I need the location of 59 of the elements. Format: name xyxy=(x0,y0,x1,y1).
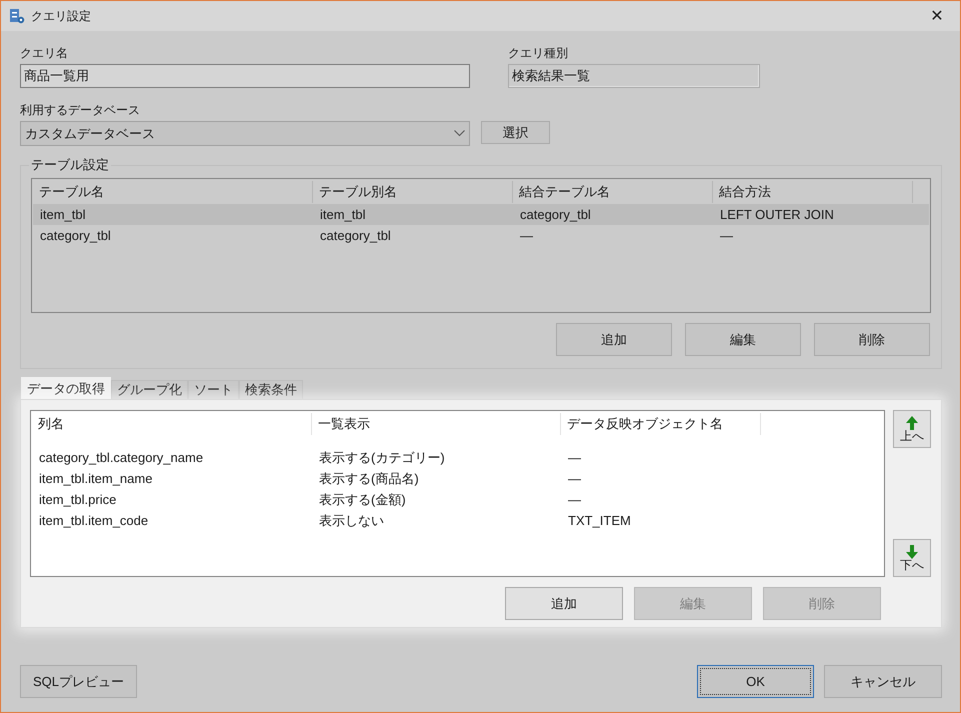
table-cell-text: category_tbl.category_name xyxy=(38,450,204,465)
table-cell-text: LEFT OUTER JOIN xyxy=(719,207,835,222)
table-cell-text: category_tbl xyxy=(519,207,592,222)
list-row[interactable]: item_tbl.item_name 表示する(商品名) — xyxy=(32,468,883,489)
field-label: 利用するデータベース xyxy=(20,102,141,118)
table-cell-text: item_tbl.price xyxy=(38,492,118,507)
table-action-button[interactable]: 削除 xyxy=(814,323,930,356)
tab[interactable]: ソート xyxy=(188,380,239,399)
table-cell-text: TXT_ITEM xyxy=(567,513,632,528)
select-button[interactable]: 選択 xyxy=(481,121,550,144)
table-cell-text: item_tbl xyxy=(319,207,367,222)
field-action-button[interactable]: 追加 xyxy=(505,587,623,620)
table-cell-text: — xyxy=(719,228,734,243)
tab[interactable]: 検索条件 xyxy=(239,380,303,399)
field-label: クエリ名 xyxy=(20,45,69,61)
table-row[interactable]: category_tbl category_tbl — — xyxy=(33,225,929,246)
table-row[interactable]: item_tbl item_tbl category_tbl LEFT OUTER JOIN xyxy=(33,204,929,225)
sql-preview-button[interactable]: SQLプレビュー xyxy=(20,665,137,698)
column-header[interactable]: テーブル名 xyxy=(33,181,313,203)
window-title: クエリ設定 xyxy=(31,8,92,24)
move-up-button[interactable]: 上へ xyxy=(893,410,931,448)
table-cell-text: 表示する(金額) xyxy=(318,490,407,508)
down-arrow-icon xyxy=(906,544,918,558)
field-label: クエリ種別 xyxy=(508,45,569,61)
table-cell-text: 表示する(商品名) xyxy=(318,470,420,488)
list-row[interactable]: item_tbl.item_code 表示しない TXT_ITEM xyxy=(32,510,883,531)
table-action-button[interactable]: 編集 xyxy=(685,323,801,356)
table-cell-text: — xyxy=(567,450,582,465)
table-cell-text: category_tbl xyxy=(39,228,112,243)
input-field[interactable]: 商品一覧用 xyxy=(20,64,470,88)
table-cell-text: — xyxy=(567,492,582,507)
table-cell-text: — xyxy=(519,228,534,243)
table-cell-text: item_tbl xyxy=(39,207,87,222)
ok-button[interactable]: OK xyxy=(697,665,814,698)
column-header[interactable]: 結合方法 xyxy=(713,181,913,203)
column-header[interactable]: テーブル別名 xyxy=(313,181,513,203)
move-down-button[interactable]: 下へ xyxy=(893,539,931,577)
list-row[interactable]: category_tbl.category_name 表示する(カテゴリー) — xyxy=(32,447,883,468)
list-row[interactable]: item_tbl.price 表示する(金額) — xyxy=(32,489,883,510)
dropdown[interactable]: カスタムデータベース xyxy=(20,121,470,146)
up-arrow-icon xyxy=(906,416,918,430)
table-cell-text: — xyxy=(567,471,582,486)
table-action-button[interactable]: 追加 xyxy=(556,323,672,356)
close-button[interactable]: ✕ xyxy=(914,1,960,31)
cancel-button[interactable]: キャンセル xyxy=(824,665,942,698)
table-cell-text: 表示する(カテゴリー) xyxy=(318,448,446,466)
group-title: テーブル設定 xyxy=(30,156,110,174)
table-cell-text: item_tbl.item_name xyxy=(38,471,154,486)
column-header[interactable]: 結合テーブル名 xyxy=(513,181,713,203)
table-cell-text: 表示しない xyxy=(318,512,385,530)
column-header[interactable]: 一覧表示 xyxy=(312,413,561,435)
column-header[interactable]: 列名 xyxy=(32,413,312,435)
readonly-field: 検索結果一覧 xyxy=(508,64,760,88)
app-icon xyxy=(9,8,25,24)
tab[interactable]: データの取得 xyxy=(21,377,111,399)
tab[interactable]: グループ化 xyxy=(111,380,188,399)
table-cell-text: category_tbl xyxy=(319,228,392,243)
table-cell-text: item_tbl.item_code xyxy=(38,513,150,528)
column-header[interactable]: データ反映オブジェクト名 xyxy=(561,413,761,435)
